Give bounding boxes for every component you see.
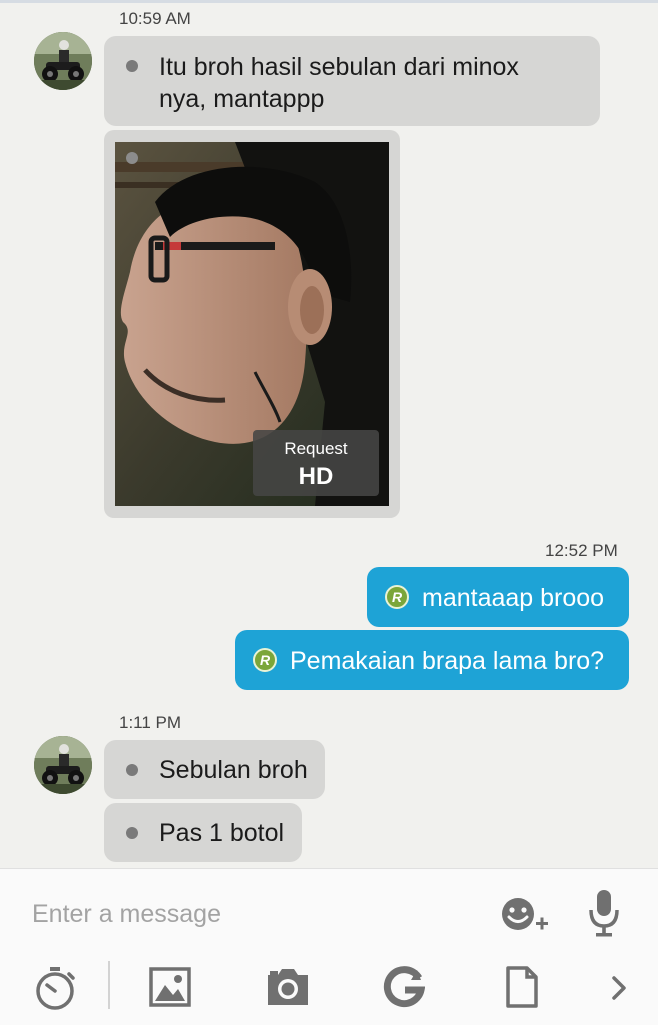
toolbar-divider xyxy=(108,961,110,1009)
message-text: Sebulan broh xyxy=(159,756,308,784)
message-text: mantaaap brooo xyxy=(422,584,605,612)
timestamp: 12:52 PM xyxy=(545,541,618,560)
hd-label: HD xyxy=(298,463,334,490)
contact-avatar[interactable] xyxy=(34,736,92,794)
camera-icon[interactable] xyxy=(262,963,314,1011)
outgoing-message-bubble[interactable]: R Pemakaian brapa lama bro? xyxy=(235,630,629,690)
chevron-right-icon[interactable] xyxy=(604,969,634,1007)
request-hd-button[interactable]: Request HD xyxy=(253,430,379,496)
incoming-message-bubble[interactable]: Sebulan broh xyxy=(104,740,325,799)
message-input[interactable] xyxy=(30,891,484,937)
emoji-add-icon[interactable] xyxy=(496,889,552,939)
read-indicator-dot xyxy=(126,152,138,164)
contact-avatar[interactable] xyxy=(34,32,92,90)
message-text: Itu broh hasil sebulan dari minox nya, m… xyxy=(159,53,519,113)
g-icon[interactable] xyxy=(380,963,428,1011)
message-text: Pas 1 botol xyxy=(159,819,285,847)
sender-badge-icon: R xyxy=(385,585,409,609)
read-indicator-dot xyxy=(126,764,138,776)
top-divider xyxy=(0,0,658,3)
request-hd-label: Request xyxy=(284,439,348,458)
timer-icon[interactable] xyxy=(30,963,80,1013)
read-indicator-dot xyxy=(126,827,138,839)
microphone-icon[interactable] xyxy=(582,885,626,941)
gallery-icon[interactable] xyxy=(146,963,194,1011)
timestamp: 10:59 AM xyxy=(119,9,191,28)
incoming-message-bubble[interactable]: Pas 1 botol xyxy=(104,803,302,862)
message-text: Pemakaian brapa lama bro? xyxy=(290,647,605,675)
read-indicator-dot xyxy=(126,60,138,72)
sender-badge-icon: R xyxy=(253,648,277,672)
incoming-message-bubble[interactable]: Itu broh hasil sebulan dari minox nya, m… xyxy=(104,36,600,126)
file-icon[interactable] xyxy=(500,963,544,1011)
outgoing-message-bubble[interactable]: R mantaaap brooo xyxy=(367,567,629,627)
message-composer xyxy=(0,868,658,1025)
timestamp: 1:11 PM xyxy=(119,713,182,732)
